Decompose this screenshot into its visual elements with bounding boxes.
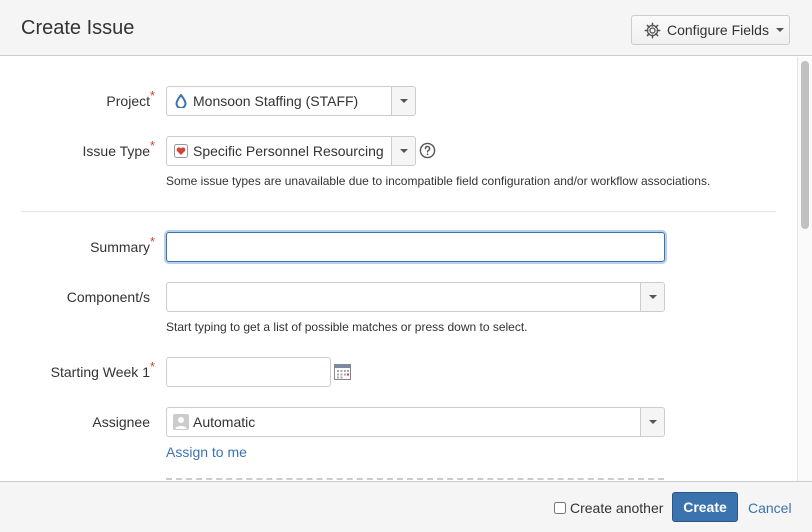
gear-icon <box>644 22 661 38</box>
assignee-label: Assignee <box>92 414 150 430</box>
chevron-down-icon <box>399 99 408 103</box>
issue-type-select[interactable]: Specific Personnel Resourcing <box>166 136 416 166</box>
starting-week-label: Starting Week 1 * <box>50 359 156 380</box>
components-label: Component/s <box>66 289 150 305</box>
dashed-separator <box>166 478 664 480</box>
help-icon[interactable] <box>419 142 436 159</box>
chevron-down-icon <box>648 295 657 299</box>
issue-type-dropdown-toggle[interactable] <box>391 137 415 165</box>
create-button[interactable]: Create <box>672 492 738 522</box>
dialog-title: Create Issue <box>21 17 135 39</box>
summary-input[interactable] <box>166 232 665 262</box>
section-divider <box>21 211 776 212</box>
chevron-down-icon <box>399 149 408 153</box>
project-label: Project * <box>106 88 156 109</box>
configure-fields-label: Configure Fields <box>667 22 769 38</box>
calendar-icon[interactable] <box>334 364 351 380</box>
heart-issue-type-icon <box>174 144 188 158</box>
components-hint: Start typing to get a list of possible m… <box>166 320 528 334</box>
required-marker: * <box>150 359 156 374</box>
create-another-option[interactable]: Create another <box>554 500 663 516</box>
configure-fields-button[interactable]: Configure Fields <box>631 15 790 45</box>
chevron-down-icon <box>775 28 784 32</box>
assignee-dropdown-toggle[interactable] <box>640 408 664 436</box>
avatar-icon <box>173 414 189 430</box>
required-marker: * <box>150 234 156 249</box>
project-dropdown-toggle[interactable] <box>391 87 415 115</box>
dialog-content[interactable]: Project * Monsoon Staffing (STAFF) Issue … <box>0 57 797 481</box>
required-marker: * <box>150 138 156 153</box>
scrollbar[interactable] <box>797 57 812 481</box>
issue-type-note: Some issue types are unavailable due to … <box>166 174 711 188</box>
monsoon-project-icon <box>175 94 187 108</box>
assignee-value: Automatic <box>193 414 256 430</box>
summary-label: Summary * <box>90 234 156 255</box>
chevron-down-icon <box>648 420 657 424</box>
components-dropdown-toggle[interactable] <box>640 283 664 311</box>
components-select[interactable] <box>166 282 665 312</box>
project-select[interactable]: Monsoon Staffing (STAFF) <box>166 86 416 116</box>
scrollbar-thumb[interactable] <box>801 61 809 229</box>
required-marker: * <box>150 88 156 103</box>
dialog-header: Create Issue Configure Fields <box>0 0 812 56</box>
cancel-link[interactable]: Cancel <box>748 500 792 516</box>
assign-to-me-link[interactable]: Assign to me <box>166 444 247 460</box>
project-value: Monsoon Staffing (STAFF) <box>193 93 359 109</box>
create-another-checkbox[interactable] <box>554 502 566 514</box>
issue-type-label: Issue Type * <box>82 138 156 159</box>
assignee-select[interactable]: Automatic <box>166 407 665 437</box>
issue-type-value: Specific Personnel Resourcing <box>193 143 384 159</box>
create-another-label: Create another <box>570 500 664 516</box>
dialog-footer: Create another Create Cancel <box>0 481 812 532</box>
starting-week-input[interactable] <box>166 357 331 387</box>
